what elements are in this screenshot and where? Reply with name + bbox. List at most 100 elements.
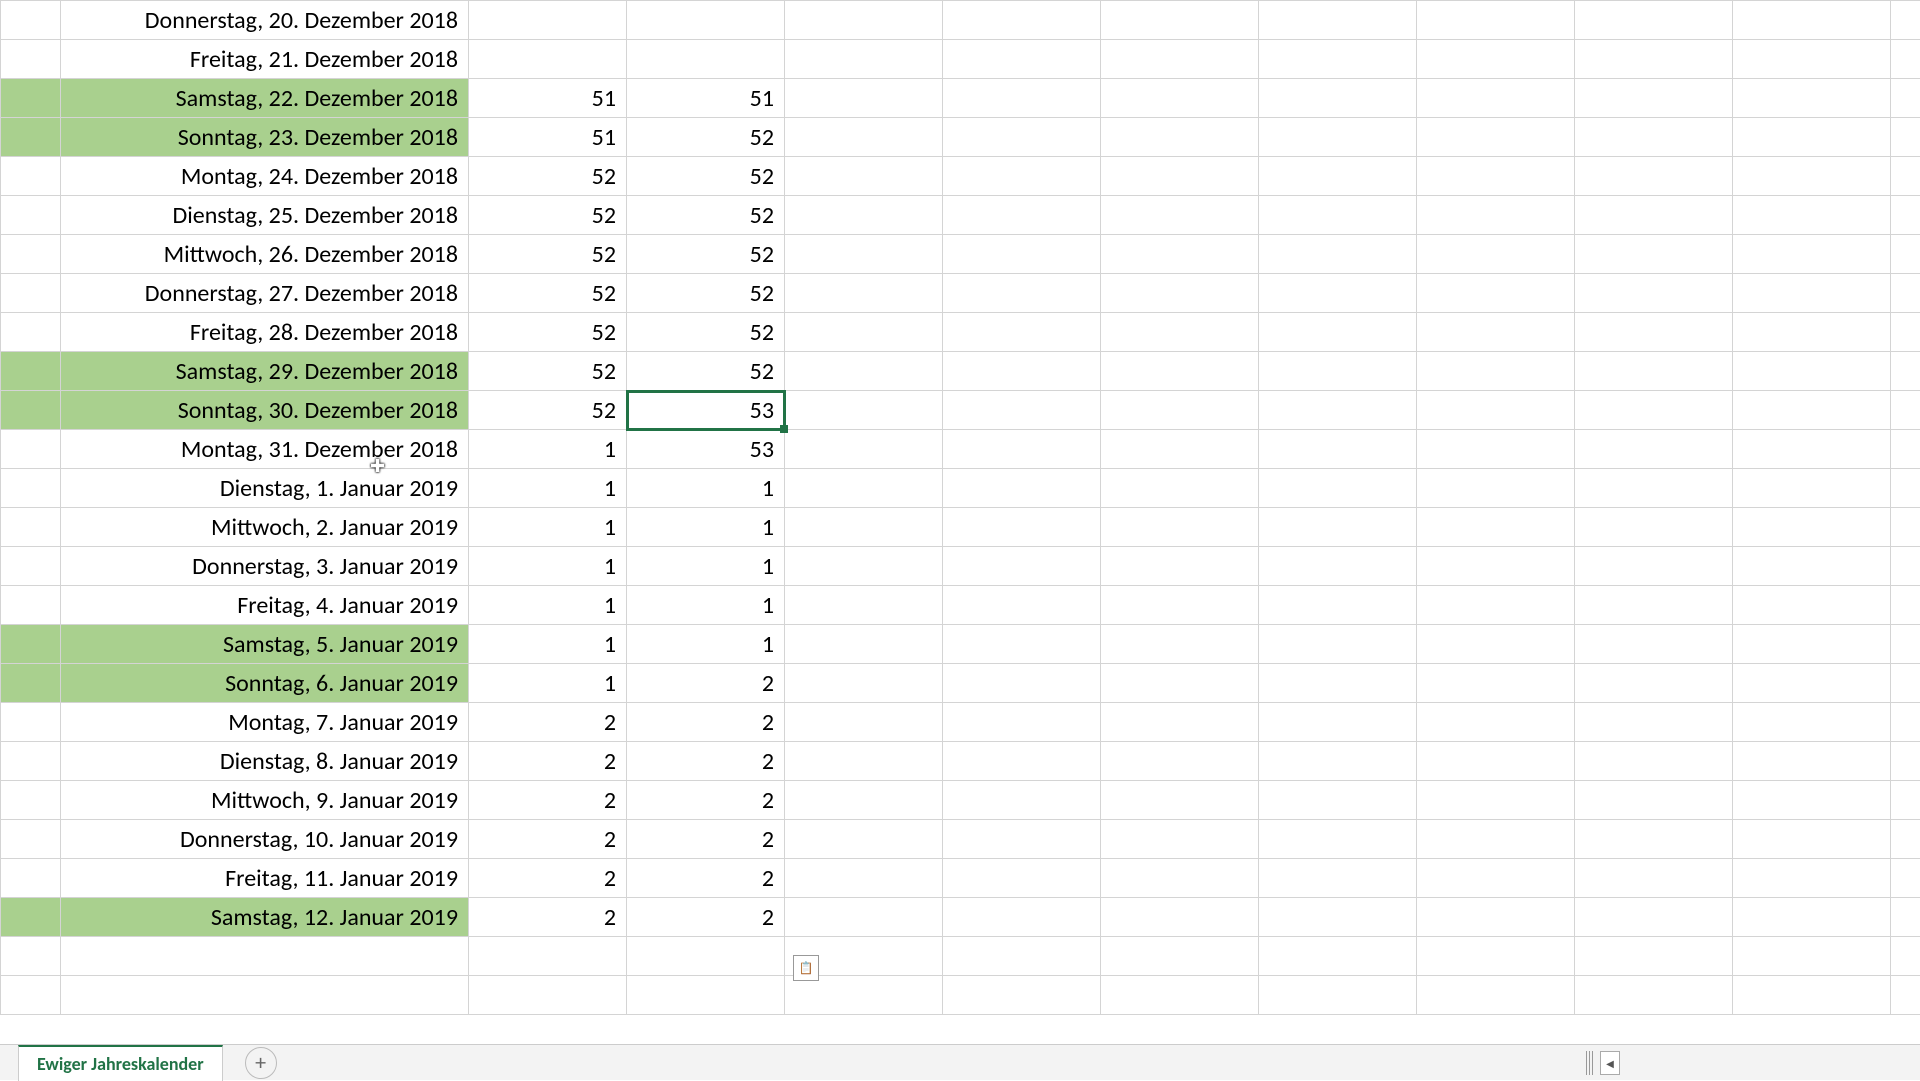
empty-cell[interactable] [1259,235,1417,274]
empty-cell[interactable] [1417,40,1575,79]
row-header-cell[interactable] [1,274,61,313]
add-sheet-button[interactable]: + [245,1047,277,1079]
week-number-cell-c[interactable]: 1 [627,508,785,547]
empty-cell[interactable] [1417,664,1575,703]
empty-cell[interactable] [1733,703,1891,742]
empty-cell[interactable] [943,313,1101,352]
empty-cell[interactable] [943,586,1101,625]
week-number-cell-c[interactable] [627,40,785,79]
empty-cell[interactable] [1575,976,1733,1015]
week-number-cell-b[interactable]: 52 [469,274,627,313]
date-cell[interactable]: Sonntag, 6. Januar 2019 [61,664,469,703]
week-number-cell-c[interactable]: 2 [627,898,785,937]
empty-cell[interactable] [1417,703,1575,742]
empty-cell[interactable] [1891,79,1920,118]
empty-cell[interactable] [1891,508,1920,547]
row-header-cell[interactable] [1,391,61,430]
empty-cell[interactable] [1733,196,1891,235]
empty-cell[interactable] [1733,1,1891,40]
week-number-cell-c[interactable]: 52 [627,274,785,313]
empty-cell[interactable] [785,235,943,274]
empty-cell[interactable] [1259,157,1417,196]
empty-cell[interactable] [1259,976,1417,1015]
empty-cell[interactable] [943,742,1101,781]
empty-cell[interactable] [1417,742,1575,781]
empty-cell[interactable] [1259,391,1417,430]
week-number-cell-b[interactable] [469,937,627,976]
empty-cell[interactable] [1259,196,1417,235]
week-number-cell-b[interactable]: 2 [469,781,627,820]
empty-cell[interactable] [1575,196,1733,235]
empty-cell[interactable] [1259,586,1417,625]
row-header-cell[interactable] [1,313,61,352]
week-number-cell-b[interactable]: 1 [469,664,627,703]
empty-cell[interactable] [785,703,943,742]
empty-cell[interactable] [1733,79,1891,118]
empty-cell[interactable] [1101,508,1259,547]
empty-cell[interactable] [943,625,1101,664]
week-number-cell-b[interactable]: 1 [469,625,627,664]
empty-cell[interactable] [943,781,1101,820]
empty-cell[interactable] [1733,508,1891,547]
empty-cell[interactable] [1891,430,1920,469]
empty-cell[interactable] [943,664,1101,703]
empty-cell[interactable] [1417,586,1575,625]
empty-cell[interactable] [785,976,943,1015]
date-cell[interactable]: Freitag, 4. Januar 2019 [61,586,469,625]
empty-cell[interactable] [1575,313,1733,352]
empty-cell[interactable] [1733,898,1891,937]
empty-cell[interactable] [1891,235,1920,274]
empty-cell[interactable] [1891,547,1920,586]
empty-cell[interactable] [785,274,943,313]
empty-cell[interactable] [785,586,943,625]
week-number-cell-b[interactable]: 52 [469,157,627,196]
date-cell[interactable]: Mittwoch, 26. Dezember 2018 [61,235,469,274]
sheet-tab-active[interactable]: Ewiger Jahreskalender [18,1045,223,1081]
date-cell[interactable]: Sonntag, 23. Dezember 2018 [61,118,469,157]
empty-cell[interactable] [1417,508,1575,547]
week-number-cell-b[interactable]: 52 [469,313,627,352]
week-number-cell-b[interactable]: 1 [469,547,627,586]
empty-cell[interactable] [1575,547,1733,586]
selection-fill-handle[interactable] [780,425,788,433]
empty-cell[interactable] [1259,469,1417,508]
row-header-cell[interactable] [1,547,61,586]
empty-cell[interactable] [1575,40,1733,79]
empty-cell[interactable] [1101,547,1259,586]
empty-cell[interactable] [943,937,1101,976]
row-header-cell[interactable] [1,469,61,508]
row-header-cell[interactable] [1,781,61,820]
empty-cell[interactable] [943,820,1101,859]
empty-cell[interactable] [785,352,943,391]
empty-cell[interactable] [1733,40,1891,79]
row-header-cell[interactable] [1,118,61,157]
empty-cell[interactable] [1891,313,1920,352]
week-number-cell-b[interactable]: 52 [469,196,627,235]
empty-cell[interactable] [1575,469,1733,508]
empty-cell[interactable] [1891,859,1920,898]
date-cell[interactable] [61,976,469,1015]
empty-cell[interactable] [1891,1,1920,40]
empty-cell[interactable] [1575,664,1733,703]
row-header-cell[interactable] [1,1,61,40]
empty-cell[interactable] [1417,781,1575,820]
empty-cell[interactable] [785,859,943,898]
week-number-cell-b[interactable] [469,976,627,1015]
week-number-cell-b[interactable]: 52 [469,352,627,391]
week-number-cell-c[interactable]: 2 [627,781,785,820]
week-number-cell-c[interactable]: 1 [627,547,785,586]
empty-cell[interactable] [1575,898,1733,937]
empty-cell[interactable] [943,1,1101,40]
empty-cell[interactable] [785,1,943,40]
empty-cell[interactable] [1259,79,1417,118]
empty-cell[interactable] [1101,313,1259,352]
week-number-cell-b[interactable]: 1 [469,586,627,625]
week-number-cell-b[interactable]: 51 [469,118,627,157]
row-header-cell[interactable] [1,235,61,274]
empty-cell[interactable] [1259,664,1417,703]
empty-cell[interactable] [943,235,1101,274]
empty-cell[interactable] [1101,742,1259,781]
empty-cell[interactable] [1417,430,1575,469]
empty-cell[interactable] [1575,625,1733,664]
empty-cell[interactable] [1891,742,1920,781]
